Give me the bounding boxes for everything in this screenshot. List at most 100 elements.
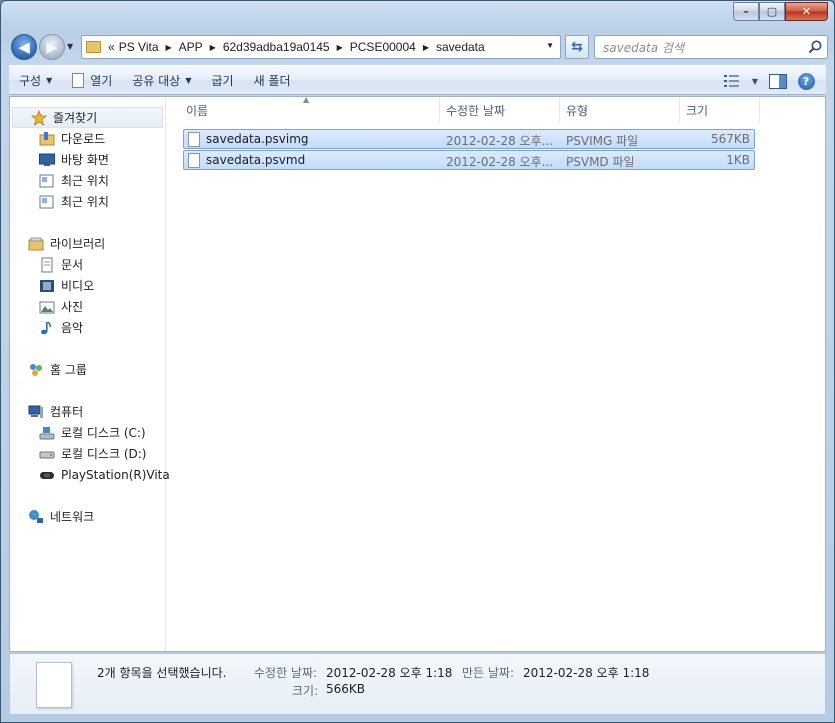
sidebar-item-favorites[interactable]: 즐겨찾기 bbox=[12, 107, 163, 128]
open-button[interactable]: 열기 bbox=[62, 67, 122, 93]
sidebar-label: 다운로드 bbox=[61, 132, 106, 146]
sidebar-item-documents[interactable]: 문서 bbox=[10, 254, 165, 275]
search-placeholder: savedata 검색 bbox=[603, 40, 685, 55]
breadcrumb-app[interactable]: APP bbox=[179, 40, 203, 54]
address-dropdown-icon[interactable]: ▼ bbox=[546, 41, 554, 50]
column-header-name[interactable]: 이름 bbox=[180, 97, 440, 123]
sidebar-label: 문서 bbox=[61, 258, 84, 272]
sidebar-item-recent-places-2[interactable]: 최근 위치 bbox=[10, 191, 165, 212]
star-icon bbox=[31, 109, 47, 126]
sidebar-item-drive-c[interactable]: 로컬 디스크 (C:) bbox=[10, 422, 165, 443]
breadcrumb-ps-vita[interactable]: PS Vita bbox=[119, 40, 159, 54]
homegroup-icon bbox=[28, 362, 44, 378]
sidebar-item-recent-places[interactable]: 최근 위치 bbox=[10, 170, 165, 191]
maximize-button[interactable]: ▢ bbox=[759, 2, 785, 21]
sidebar-item-music[interactable]: 음악 bbox=[10, 317, 165, 338]
chevron-right-icon[interactable]: ▶ bbox=[337, 43, 343, 52]
music-icon bbox=[39, 320, 55, 336]
column-headers: ▲ 이름 수정한 날짜 유형 크기 bbox=[167, 95, 825, 123]
file-size: 1KB bbox=[726, 153, 750, 167]
sidebar-label: 최근 위치 bbox=[61, 174, 109, 188]
created-value: 2012-02-28 오후 1:18 bbox=[523, 666, 650, 680]
command-bar: 구성 ▼ 열기 공유 대상 ▼ 굽기 새 폴더 ▼ ? bbox=[9, 65, 826, 95]
sidebar-label: 음악 bbox=[61, 321, 84, 335]
sidebar-item-network[interactable]: 네트워크 bbox=[10, 506, 165, 527]
column-header-size[interactable]: 크기 bbox=[680, 97, 760, 123]
help-button[interactable]: ? bbox=[792, 68, 820, 94]
chevron-right-icon[interactable]: ▶ bbox=[423, 43, 429, 52]
sidebar-item-downloads[interactable]: 다운로드 bbox=[10, 128, 165, 149]
forward-button[interactable]: ▶ bbox=[39, 34, 65, 60]
column-header-modified[interactable]: 수정한 날짜 bbox=[440, 97, 560, 123]
burn-button[interactable]: 굽기 bbox=[201, 67, 243, 93]
view-controls: ▼ ? bbox=[718, 68, 820, 94]
column-label: 수정한 날짜 bbox=[446, 103, 506, 118]
close-button[interactable]: ✕ bbox=[785, 2, 828, 21]
recent-pages-dropdown[interactable]: ▼ bbox=[67, 42, 73, 51]
sidebar-item-drive-d[interactable]: 로컬 디스크 (D:) bbox=[10, 443, 165, 464]
sidebar-label: 최근 위치 bbox=[61, 195, 109, 209]
explorer-content: 즐겨찾기 다운로드 바탕 화면 최근 위치 최근 위치 라이브러리 문서 비디오… bbox=[9, 95, 826, 652]
size-label: 크기: bbox=[292, 684, 319, 698]
size-value: 566KB bbox=[326, 682, 366, 696]
sidebar-item-ps-vita[interactable]: PlayStation(R)Vita bbox=[10, 464, 170, 485]
chevron-right-icon[interactable]: ▶ bbox=[166, 43, 172, 52]
search-icon[interactable] bbox=[807, 39, 823, 55]
sidebar-item-desktop[interactable]: 바탕 화면 bbox=[10, 149, 165, 170]
sidebar-label: 로컬 디스크 (D:) bbox=[61, 447, 147, 461]
desktop-icon bbox=[39, 152, 55, 168]
refresh-icon: ⇆ bbox=[571, 39, 583, 55]
file-size: 567KB bbox=[710, 132, 750, 146]
refresh-button[interactable]: ⇆ bbox=[565, 35, 589, 59]
sidebar-item-videos[interactable]: 비디오 bbox=[10, 275, 165, 296]
new-folder-label: 새 폴더 bbox=[253, 73, 291, 88]
details-pane: 2개 항목을 선택했습니다. 수정한 날짜: 2012-02-28 오후 1:1… bbox=[9, 653, 826, 715]
modified-label: 수정한 날짜: bbox=[254, 666, 318, 680]
back-arrow-icon: ◀ bbox=[18, 38, 30, 56]
minimize-button[interactable]: – bbox=[733, 2, 759, 21]
search-input[interactable]: savedata 검색 bbox=[594, 35, 828, 59]
system-drive-icon bbox=[39, 425, 55, 441]
address-bar[interactable]: « PS Vita ▶ APP ▶ 62d39adba19a0145 ▶ PCS… bbox=[81, 35, 561, 59]
library-icon bbox=[28, 236, 44, 252]
file-icon bbox=[188, 153, 200, 168]
breadcrumb-pcse[interactable]: PCSE00004 bbox=[350, 40, 416, 54]
chevron-right-icon[interactable]: ▶ bbox=[210, 43, 216, 52]
chevron-down-icon: ▼ bbox=[185, 75, 192, 85]
sidebar-label: 홈 그룹 bbox=[50, 363, 87, 377]
file-modified: 2012-02-28 오후... bbox=[446, 134, 554, 148]
back-button[interactable]: ◀ bbox=[11, 34, 37, 60]
column-header-type[interactable]: 유형 bbox=[560, 97, 680, 123]
multiple-files-icon bbox=[36, 662, 72, 708]
breadcrumb-overflow[interactable]: « bbox=[108, 40, 115, 54]
preview-pane-button[interactable] bbox=[764, 68, 792, 94]
downloads-folder-icon bbox=[39, 131, 55, 147]
sidebar-item-libraries[interactable]: 라이브러리 bbox=[10, 233, 165, 254]
view-details-icon bbox=[724, 75, 739, 87]
organize-label: 구성 bbox=[19, 73, 42, 88]
change-view-button[interactable] bbox=[718, 68, 746, 94]
organize-button[interactable]: 구성 ▼ bbox=[9, 67, 62, 93]
breadcrumb-savedata[interactable]: savedata bbox=[436, 40, 485, 54]
file-type: PSVIMG 파일 bbox=[566, 134, 639, 148]
sidebar-item-computer[interactable]: 컴퓨터 bbox=[10, 401, 165, 422]
new-folder-button[interactable]: 새 폴더 bbox=[244, 67, 301, 93]
open-label: 열기 bbox=[90, 73, 113, 88]
file-row[interactable]: savedata.psvmd 2012-02-28 오후... PSVMD 파일… bbox=[183, 150, 755, 170]
preview-pane-icon bbox=[769, 73, 787, 89]
network-icon bbox=[28, 509, 44, 525]
sidebar-item-homegroup[interactable]: 홈 그룹 bbox=[10, 359, 165, 380]
column-label: 크기 bbox=[686, 103, 709, 118]
computer-icon bbox=[28, 404, 44, 420]
sidebar-label: 라이브러리 bbox=[50, 237, 106, 251]
breadcrumb-id[interactable]: 62d39adba19a0145 bbox=[223, 40, 330, 54]
file-name: savedata.psvmd bbox=[206, 153, 306, 167]
chevron-down-icon: ▼ bbox=[751, 76, 759, 86]
file-row[interactable]: savedata.psvimg 2012-02-28 오후... PSVIMG … bbox=[183, 129, 755, 149]
sidebar-item-pictures[interactable]: 사진 bbox=[10, 296, 165, 317]
share-with-button[interactable]: 공유 대상 ▼ bbox=[122, 67, 201, 93]
sidebar-label: 네트워크 bbox=[50, 510, 95, 524]
view-menu-button[interactable]: ▼ bbox=[746, 68, 764, 94]
